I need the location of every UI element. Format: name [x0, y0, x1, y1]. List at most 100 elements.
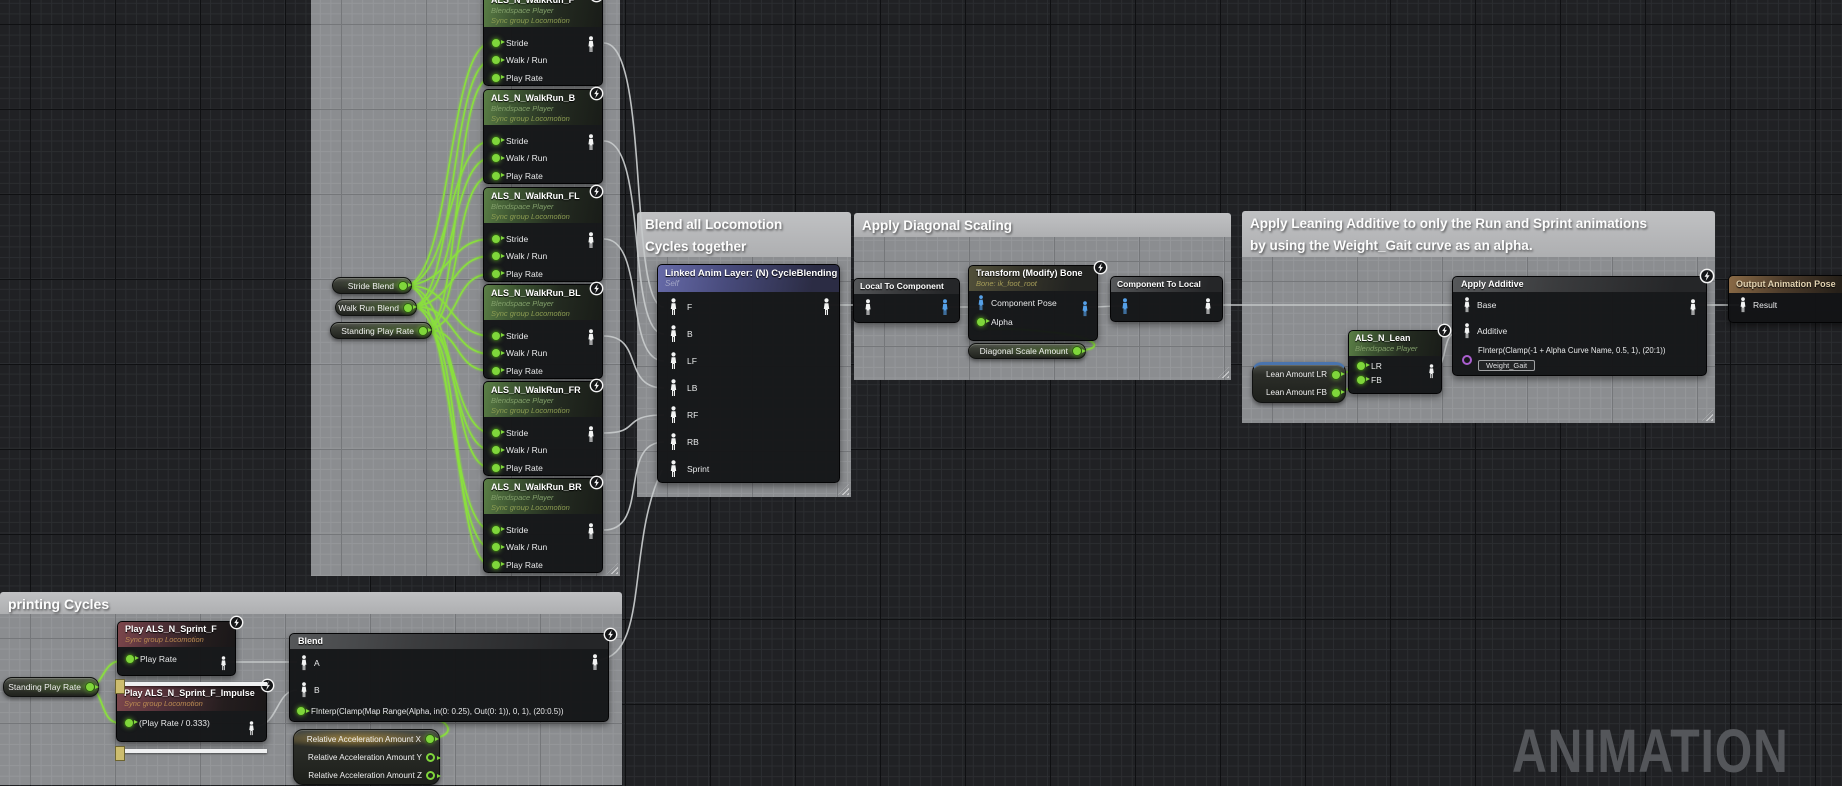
- alpha-pin[interactable]: [976, 317, 986, 327]
- pose-output-pin-icon[interactable]: [586, 36, 596, 53]
- stride-pin[interactable]: [491, 525, 501, 535]
- pose-output-pin-icon[interactable]: [586, 426, 596, 443]
- play-rate-pin[interactable]: [491, 73, 501, 83]
- pose-output-pin-icon[interactable]: [1080, 301, 1090, 317]
- play-rate-pin[interactable]: [491, 171, 501, 181]
- node-transform-modify-bone[interactable]: Transform (Modify) Bone Bone: ik_foot_ro…: [968, 265, 1098, 341]
- output-pin[interactable]: [425, 734, 435, 744]
- pose-input-pin-icon[interactable]: [668, 325, 679, 343]
- fb-pin[interactable]: [1356, 375, 1366, 385]
- pose-output-pin-icon[interactable]: [586, 329, 596, 346]
- pose-input-pin-icon[interactable]: [668, 379, 679, 397]
- comment-diagonal-scaling-header[interactable]: Apply Diagonal Scaling: [854, 213, 1231, 237]
- node-als-n-walkrun-br[interactable]: ALS_N_WalkRun_BR Blendspace Player Sync …: [483, 478, 603, 573]
- pose-output-pin-icon[interactable]: [586, 232, 596, 249]
- pose-output-pin-icon[interactable]: [590, 654, 600, 671]
- stride-pin[interactable]: [491, 136, 501, 146]
- pose-output-pin-icon[interactable]: [247, 721, 256, 736]
- pose-input-pin-icon[interactable]: [668, 433, 679, 451]
- node-als-n-walkrun-f[interactable]: ALS_N_WalkRun_F Blendspace Player Sync g…: [483, 0, 603, 86]
- pose-input-pin-icon[interactable]: [976, 295, 986, 311]
- curve-name-field[interactable]: Weight_Gait: [1478, 360, 1535, 371]
- pose-input-pin-icon[interactable]: [299, 682, 309, 698]
- pose-input-pin-icon[interactable]: [668, 298, 679, 316]
- pill-diagonal-scale-amount[interactable]: Diagonal Scale Amount: [968, 343, 1086, 359]
- pose-output-pin-icon[interactable]: [1427, 364, 1436, 379]
- pin-label: RB: [687, 437, 699, 447]
- pose-output-pin-icon[interactable]: [586, 523, 596, 540]
- pose-input-pin-icon[interactable]: [668, 460, 679, 478]
- pose-input-pin-icon[interactable]: [1462, 297, 1472, 313]
- pose-output-pin-icon[interactable]: [821, 298, 832, 316]
- node-sync-group: Sync group Locomotion: [491, 114, 595, 124]
- output-pin[interactable]: [398, 281, 408, 291]
- node-als-n-walkrun-bl[interactable]: ALS_N_WalkRun_BL Blendspace Player Sync …: [483, 284, 603, 379]
- pose-output-pin-icon[interactable]: [1688, 299, 1698, 316]
- output-pin[interactable]: [1331, 370, 1341, 380]
- pill-group-relative-acceleration[interactable]: Relative Acceleration Amount X Relative …: [293, 729, 440, 785]
- node-blend[interactable]: Blend A B FInterp(Clamp(Map Range(Alpha,…: [289, 633, 609, 722]
- stride-pin[interactable]: [491, 428, 501, 438]
- output-pin[interactable]: [426, 771, 435, 780]
- node-als-n-lean[interactable]: ALS_N_Lean Blendspace Player LR FB: [1348, 330, 1442, 394]
- node-linked-anim-layer[interactable]: Linked Anim Layer: (N) CycleBlending Sel…: [657, 264, 840, 483]
- stride-pin[interactable]: [491, 38, 501, 48]
- stride-pin[interactable]: [491, 234, 501, 244]
- pose-input-pin-icon[interactable]: [668, 406, 679, 424]
- output-pin[interactable]: [1331, 388, 1341, 398]
- play-rate-pin[interactable]: [491, 366, 501, 376]
- pose-input-pin-icon[interactable]: [299, 655, 309, 671]
- output-pin[interactable]: [418, 326, 428, 336]
- output-pin[interactable]: [1072, 346, 1082, 356]
- output-pin[interactable]: [426, 753, 435, 762]
- play-rate-pin[interactable]: [491, 463, 501, 473]
- comment-leaning-additive-header[interactable]: Apply Leaning Additive to only the Run a…: [1242, 211, 1715, 257]
- output-pin[interactable]: [403, 303, 413, 313]
- pose-input-pin-icon[interactable]: [863, 299, 873, 316]
- node-local-to-component[interactable]: Local To Component: [853, 278, 960, 323]
- play-rate-pin[interactable]: [125, 654, 135, 664]
- play-rate-pin[interactable]: [491, 269, 501, 279]
- pill-walk-run-blend[interactable]: Walk Run Blend: [335, 299, 417, 316]
- node-component-to-local[interactable]: Component To Local: [1110, 276, 1223, 322]
- play-rate-pin[interactable]: [491, 560, 501, 570]
- walk-run-pin[interactable]: [491, 251, 501, 261]
- walk-run-pin[interactable]: [491, 348, 501, 358]
- node-play-als-n-sprint-f-impulse[interactable]: Play ALS_N_Sprint_F_Impulse Sync group L…: [116, 684, 267, 742]
- pin-label: B: [687, 329, 693, 339]
- fast-path-lightning-icon: [1437, 323, 1452, 338]
- pose-output-pin-icon[interactable]: [940, 299, 950, 316]
- comment-blend-cycles-header[interactable]: Blend all Locomotion Cycles together: [637, 212, 851, 257]
- alpha-pin[interactable]: [296, 706, 306, 716]
- node-play-als-n-sprint-f[interactable]: Play ALS_N_Sprint_F Sync group Locomotio…: [117, 621, 236, 676]
- walk-run-pin[interactable]: [491, 55, 501, 65]
- pill-standing-play-rate-bottom[interactable]: Standing Play Rate: [3, 677, 99, 697]
- play-rate-pin[interactable]: [124, 718, 134, 728]
- pill-standing-play-rate[interactable]: Standing Play Rate: [330, 322, 432, 339]
- pose-output-pin-icon[interactable]: [586, 134, 596, 151]
- pill-stride-blend[interactable]: Stride Blend: [332, 277, 412, 294]
- comment-sprinting-cycles-header[interactable]: printing Cycles: [0, 592, 622, 614]
- node-output-animation-pose[interactable]: Output Animation Pose Result: [1728, 275, 1842, 323]
- walk-run-pin[interactable]: [491, 153, 501, 163]
- stride-pin[interactable]: [491, 331, 501, 341]
- pin-label: Stride: [506, 38, 528, 48]
- pose-output-pin-icon[interactable]: [1203, 298, 1213, 315]
- pose-input-pin-icon[interactable]: [1462, 323, 1472, 339]
- pill-label: Relative Acceleration Amount Y: [308, 753, 422, 762]
- pill-group-lean-amount[interactable]: Lean Amount LR Lean Amount FB: [1252, 362, 1346, 403]
- walk-run-pin[interactable]: [491, 542, 501, 552]
- pose-input-pin-icon[interactable]: [1120, 298, 1130, 315]
- walk-run-pin[interactable]: [491, 445, 501, 455]
- node-als-n-walkrun-b[interactable]: ALS_N_WalkRun_B Blendspace Player Sync g…: [483, 89, 603, 184]
- pose-output-pin-icon[interactable]: [219, 656, 228, 671]
- node-als-n-walkrun-fl[interactable]: ALS_N_WalkRun_FL Blendspace Player Sync …: [483, 187, 603, 282]
- alpha-curve-pin[interactable]: [1462, 355, 1472, 365]
- lr-pin[interactable]: [1356, 361, 1366, 371]
- fast-path-lightning-icon: [229, 615, 244, 630]
- pose-input-pin-icon[interactable]: [668, 352, 679, 370]
- pose-input-pin-icon[interactable]: [1738, 297, 1748, 313]
- output-pin[interactable]: [85, 682, 95, 692]
- node-apply-additive[interactable]: Apply Additive Base Additive FInterp(Cla…: [1452, 276, 1707, 376]
- node-als-n-walkrun-fr[interactable]: ALS_N_WalkRun_FR Blendspace Player Sync …: [483, 381, 603, 476]
